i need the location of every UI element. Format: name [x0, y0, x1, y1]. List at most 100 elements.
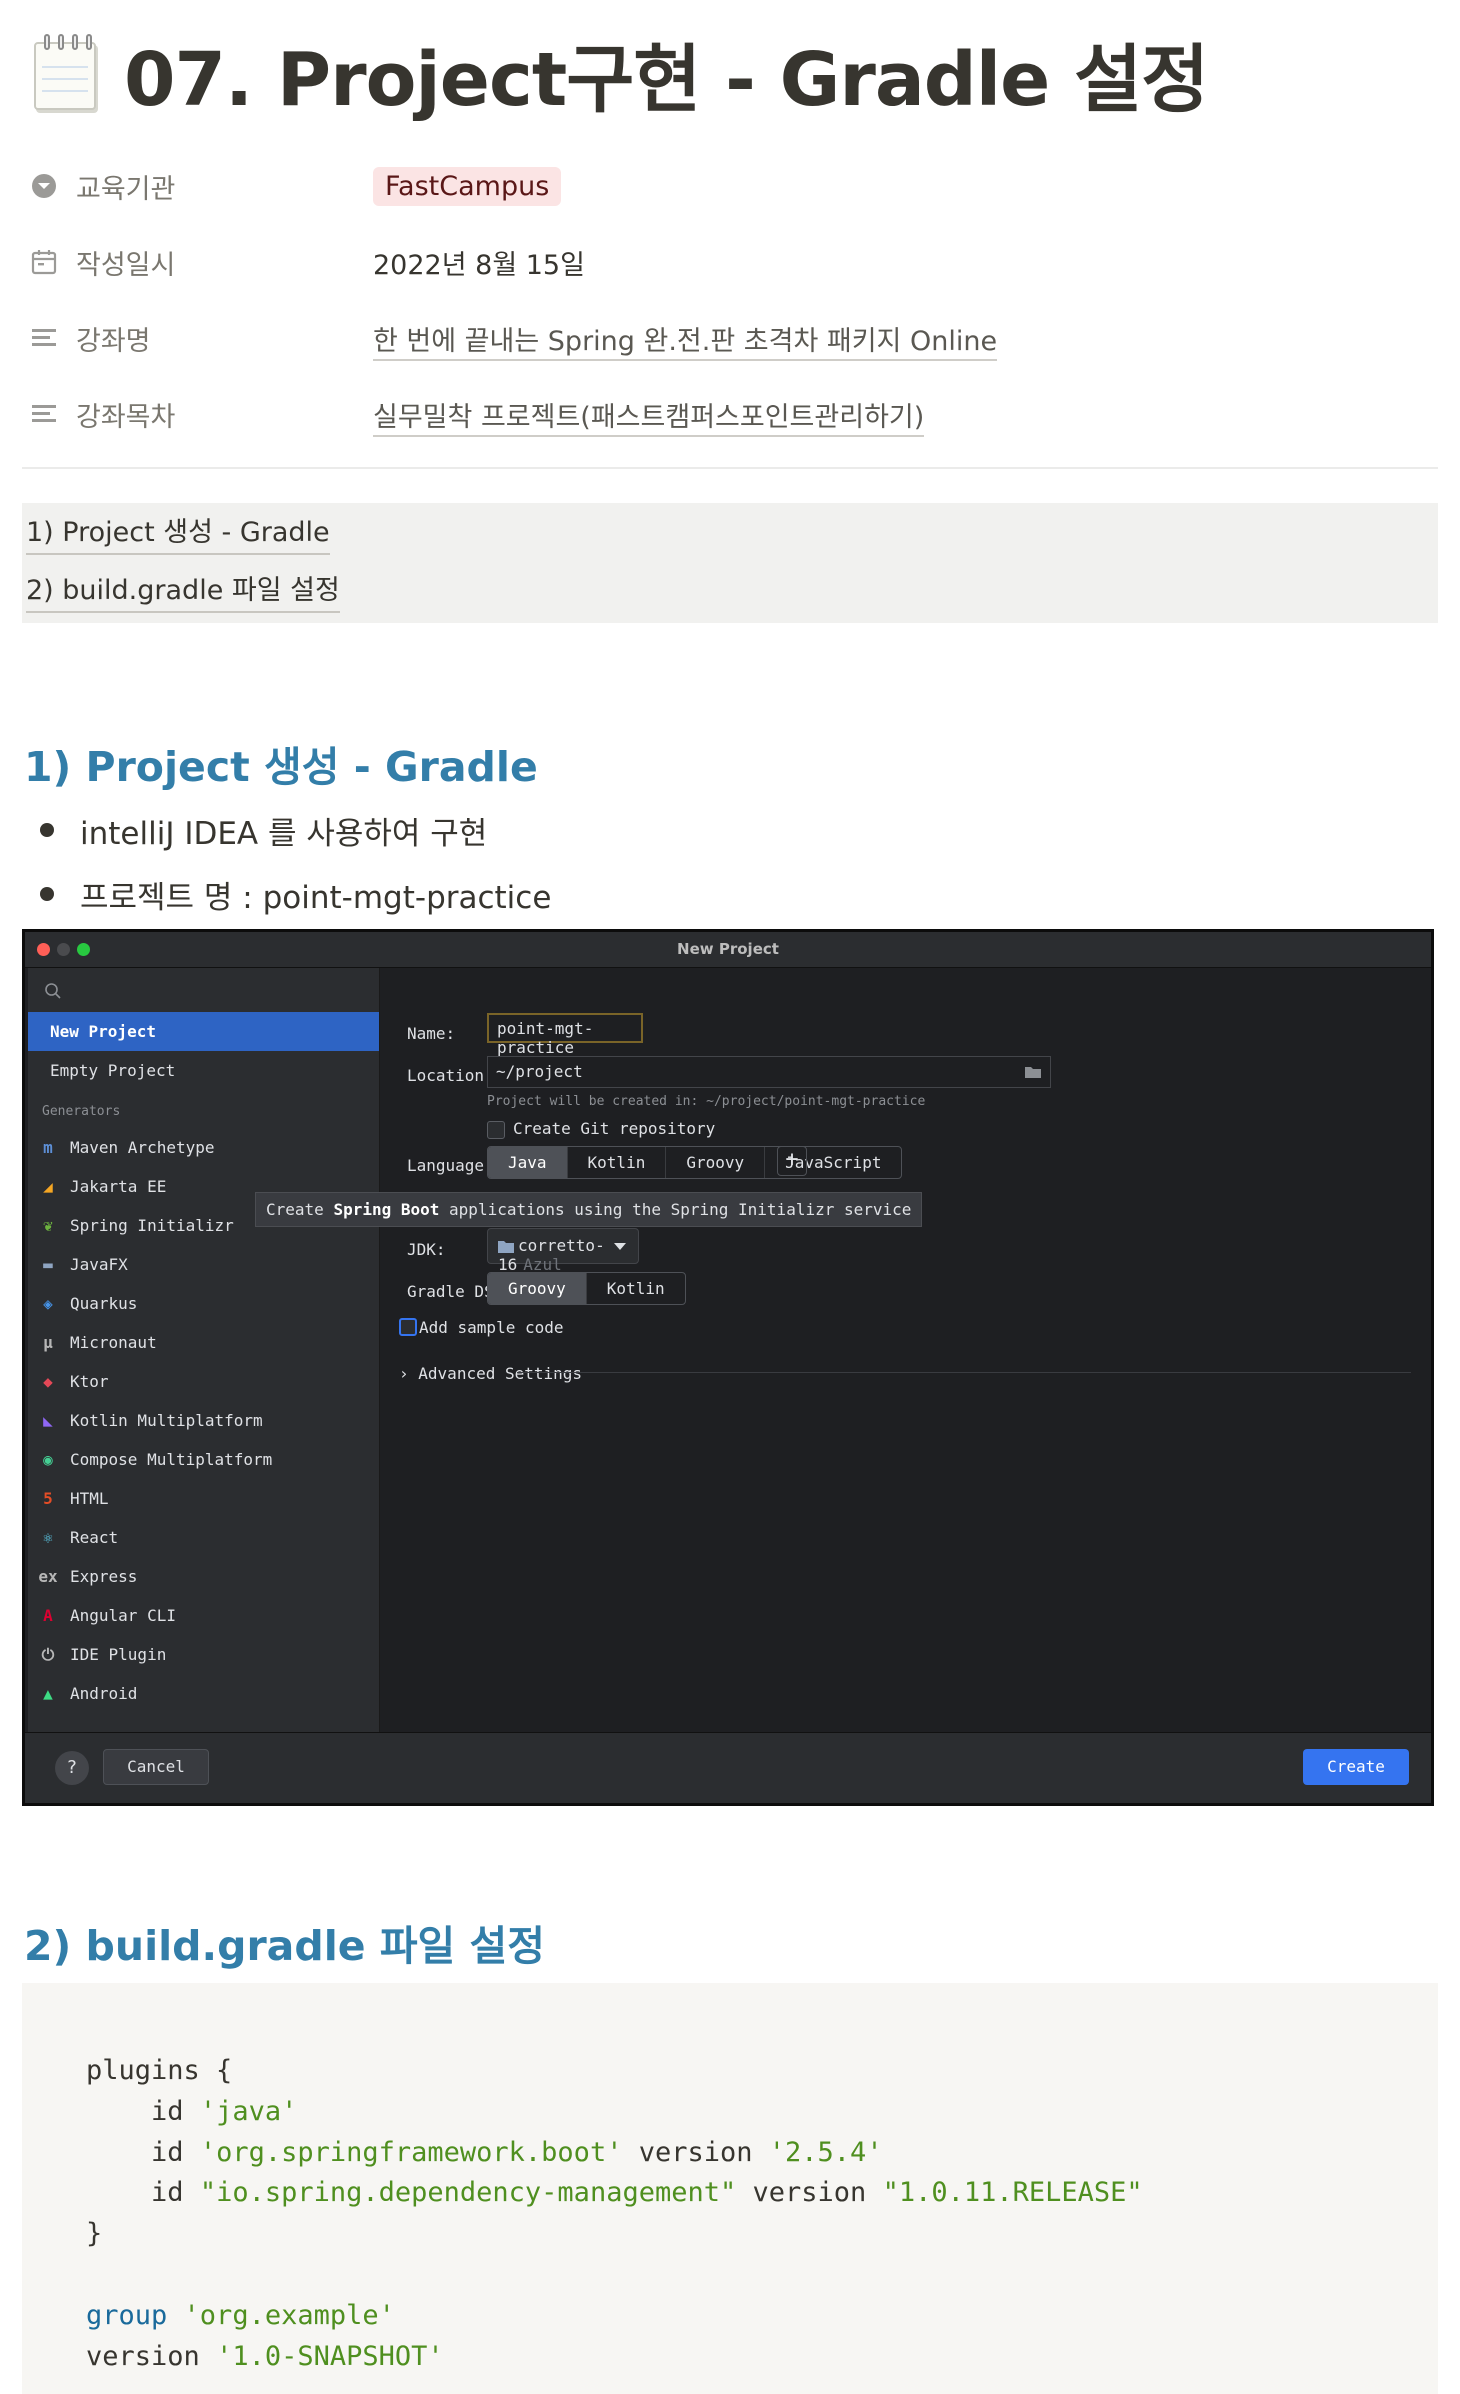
text-icon — [28, 322, 60, 354]
android-icon: ▲ — [43, 1684, 53, 1703]
create-button[interactable]: Create — [1303, 1749, 1409, 1785]
search-icon — [45, 983, 61, 999]
sidebar-item-label: React — [70, 1528, 119, 1547]
page-properties: 교육기관 FastCampus 작성일시 2022년 8월 15일 강좌명 한 … — [28, 148, 1438, 452]
location-hint: Project will be created in: ~/project/po… — [487, 1094, 926, 1109]
property-key[interactable]: 작성일시 — [28, 243, 373, 282]
folder-icon: ▬ — [43, 1255, 53, 1274]
property-key[interactable]: 강좌목차 — [28, 395, 373, 434]
sidebar-item-label: Express — [70, 1567, 138, 1586]
sidebar-item-react[interactable]: ⚛ React — [28, 1518, 379, 1557]
sidebar-item-kotlin-multiplatform[interactable]: ◣ Kotlin Multiplatform — [28, 1401, 379, 1440]
sample-code-checkbox[interactable] — [399, 1318, 417, 1336]
bullet-list: intelliJ IDEA 를 사용하여 구현 프로젝트 명 : point-m… — [40, 798, 551, 926]
sidebar-item-ktor[interactable]: ◆ Ktor — [28, 1362, 379, 1401]
sidebar-item-compose-multiplatform[interactable]: ◉ Compose Multiplatform — [28, 1440, 379, 1479]
property-key-label: 작성일시 — [76, 249, 176, 281]
property-row: 교육기관 FastCampus — [28, 148, 1438, 224]
sidebar-item-label: IDE Plugin — [70, 1645, 167, 1664]
help-button[interactable]: ? — [55, 1751, 89, 1785]
gradle-dsl-segmented: Groovy Kotlin — [487, 1272, 686, 1305]
sidebar-item-label: Angular CLI — [70, 1606, 176, 1625]
table-of-contents: 1) Project 생성 - Gradle 2) build.gradle 파… — [22, 503, 1438, 623]
list-item-text: intelliJ IDEA 를 사용하여 구현 — [80, 815, 488, 852]
property-row: 작성일시 2022년 8월 15일 — [28, 224, 1438, 300]
dsl-option-groovy[interactable]: Groovy — [488, 1273, 587, 1304]
kotlin-icon: ◣ — [43, 1411, 53, 1430]
notepad-emoji-icon — [28, 32, 102, 114]
chevron-right-icon: › — [399, 1364, 409, 1383]
property-value[interactable]: 한 번에 끝내는 Spring 완.전.판 초격차 패키지 Online — [373, 319, 998, 361]
sample-code-label[interactable]: Add sample code — [419, 1318, 564, 1337]
property-value[interactable]: 실무밀착 프로젝트(패스트캠퍼스포인트관리하기) — [373, 395, 925, 437]
sidebar-item-new-project[interactable]: New Project — [28, 1012, 379, 1051]
sidebar-item-ide-plugin[interactable]: ⏻ IDE Plugin — [28, 1635, 379, 1674]
sidebar-item-html[interactable]: 5 HTML — [28, 1479, 379, 1518]
ktor-icon: ◆ — [43, 1372, 53, 1391]
property-key-label: 강좌명 — [76, 325, 151, 357]
micronaut-icon: μ — [43, 1333, 53, 1352]
advanced-settings-toggle[interactable]: › Advanced Settings — [399, 1364, 582, 1383]
toc-item-project-create[interactable]: 1) Project 생성 - Gradle — [26, 513, 330, 555]
add-language-button[interactable]: + — [777, 1146, 807, 1176]
sidebar-item-express[interactable]: ex Express — [28, 1557, 379, 1596]
sidebar-item-label: Maven Archetype — [70, 1138, 215, 1157]
sidebar-item-maven-archetype[interactable]: m Maven Archetype — [28, 1128, 379, 1167]
maven-icon: m — [43, 1138, 53, 1157]
location-input[interactable]: ~/project — [487, 1056, 1051, 1088]
express-icon: ex — [38, 1567, 58, 1586]
cancel-button[interactable]: Cancel — [103, 1749, 209, 1785]
sidebar-item-android[interactable]: ▲ Android — [28, 1674, 379, 1713]
sidebar-item-empty-project[interactable]: Empty Project — [28, 1051, 379, 1090]
language-option-groovy[interactable]: Groovy — [666, 1147, 766, 1178]
section-heading-project-create: 1) Project 생성 - Gradle — [24, 743, 538, 791]
property-key[interactable]: 교육기관 — [28, 167, 373, 206]
sidebar-item-label: Micronaut — [70, 1333, 157, 1352]
sidebar-item-label: Android — [70, 1684, 138, 1703]
chevron-down-icon — [614, 1243, 626, 1250]
generators-section-label: Generators — [42, 1104, 121, 1119]
course-name-link[interactable]: 한 번에 끝내는 Spring 완.전.판 초격차 패키지 Online — [373, 325, 998, 361]
name-input[interactable]: point-mgt-practice — [487, 1013, 643, 1057]
property-key-label: 교육기관 — [76, 173, 176, 205]
list-item-text: 프로젝트 명 : point-mgt-practice — [80, 879, 552, 916]
react-icon: ⚛ — [43, 1528, 53, 1547]
sidebar-item-micronaut[interactable]: μ Micronaut — [28, 1323, 379, 1362]
property-row: 강좌명 한 번에 끝내는 Spring 완.전.판 초격차 패키지 Online — [28, 300, 1438, 376]
jakarta-icon: ◢ — [43, 1177, 53, 1196]
calendar-icon — [28, 246, 60, 278]
sidebar-item-angular-cli[interactable]: A Angular CLI — [28, 1596, 379, 1635]
code-block-build-gradle[interactable]: plugins { id 'java' id 'org.springframew… — [22, 1983, 1438, 2394]
property-value[interactable]: 2022년 8월 15일 — [373, 243, 585, 282]
jdk-select[interactable]: corretto-16 Azul — [487, 1228, 639, 1274]
language-label: Language: — [407, 1156, 494, 1175]
language-option-java[interactable]: Java — [488, 1147, 568, 1178]
select-icon — [28, 170, 60, 202]
dialog-title: New Project — [677, 940, 779, 958]
project-type-sidebar: New Project Empty Project Generators m Ma… — [28, 968, 380, 1735]
sidebar-item-quarkus[interactable]: ◈ Quarkus — [28, 1284, 379, 1323]
property-value[interactable]: FastCampus — [373, 166, 562, 206]
sidebar-item-label: Ktor — [70, 1372, 109, 1391]
property-row: 강좌목차 실무밀착 프로젝트(패스트캠퍼스포인트관리하기) — [28, 376, 1438, 452]
sidebar-search[interactable] — [28, 968, 379, 1012]
git-checkbox-label[interactable]: Create Git repository — [513, 1119, 715, 1138]
property-key[interactable]: 강좌명 — [28, 319, 373, 358]
language-segmented: Java Kotlin Groovy JavaScript — [487, 1146, 903, 1179]
course-chapter-link[interactable]: 실무밀착 프로젝트(패스트캠퍼스포인트관리하기) — [373, 401, 925, 437]
git-checkbox[interactable] — [487, 1121, 505, 1139]
plugin-icon: ⏻ — [41, 1644, 55, 1664]
property-key-label: 강좌목차 — [76, 401, 176, 433]
dsl-option-kotlin[interactable]: Kotlin — [587, 1273, 685, 1304]
jdk-label: JDK: — [407, 1240, 446, 1259]
tag-fastcampus[interactable]: FastCampus — [373, 166, 562, 206]
intellij-new-project-dialog: New Project New Project Empty Project Ge… — [22, 929, 1434, 1806]
folder-browse-icon[interactable] — [1024, 1065, 1042, 1079]
sidebar-item-javafx[interactable]: ▬ JavaFX — [28, 1245, 379, 1284]
sidebar-item-label: Kotlin Multiplatform — [70, 1411, 263, 1430]
quarkus-icon: ◈ — [43, 1294, 53, 1313]
toc-item-build-gradle[interactable]: 2) build.gradle 파일 설정 — [26, 571, 340, 613]
list-item: 프로젝트 명 : point-mgt-practice — [40, 862, 551, 926]
language-option-kotlin[interactable]: Kotlin — [568, 1147, 667, 1178]
sidebar-item-label: Spring Initializr — [70, 1216, 234, 1235]
